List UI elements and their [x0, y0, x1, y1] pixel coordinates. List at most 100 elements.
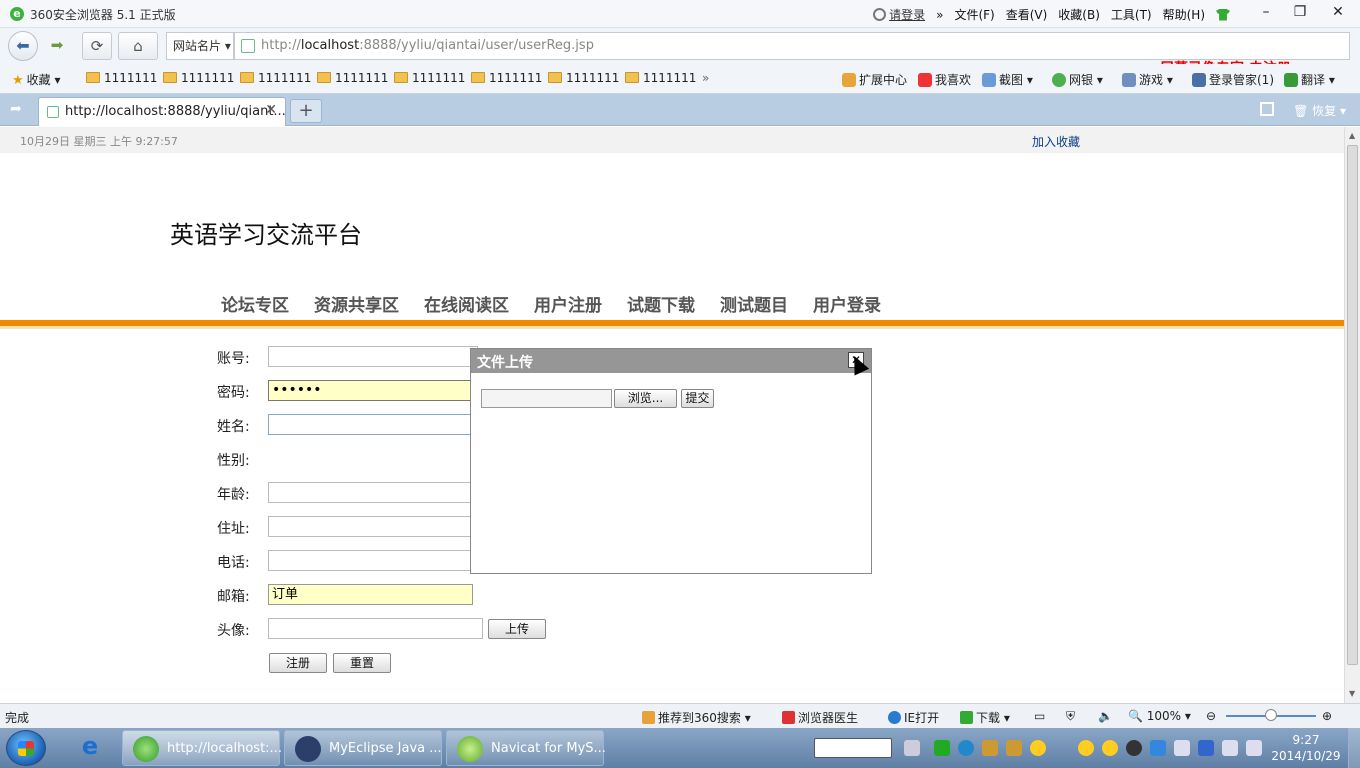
window-icon[interactable]: ▭: [1034, 709, 1045, 723]
favorites-menu[interactable]: ★ 收藏 ▾: [12, 71, 61, 88]
scroll-up-icon[interactable]: ▲: [1349, 131, 1355, 140]
login-link[interactable]: 请登录: [873, 6, 925, 23]
penguin-icon[interactable]: [1126, 740, 1142, 756]
window-list-icon[interactable]: [1260, 102, 1274, 116]
qq-icon[interactable]: [1102, 740, 1118, 756]
email-input[interactable]: 订单: [268, 584, 473, 605]
tab-close-icon[interactable]: ✕: [265, 102, 277, 118]
phone-input[interactable]: [268, 550, 478, 571]
shield-icon[interactable]: ⛨: [1066, 709, 1075, 724]
register-button[interactable]: 注册: [269, 653, 327, 673]
games-button[interactable]: 游戏 ▾: [1122, 71, 1173, 88]
nav-forum[interactable]: 论坛专区: [221, 291, 289, 316]
account-input[interactable]: [268, 346, 478, 367]
nav-downloads[interactable]: 试题下载: [627, 291, 695, 316]
zoom-control[interactable]: 🔍 100% ▾: [1128, 709, 1191, 723]
scroll-down-icon[interactable]: ▼: [1349, 689, 1355, 698]
nav-reading[interactable]: 在线阅读区: [424, 291, 509, 316]
qq-icon[interactable]: [1078, 740, 1094, 756]
search-tray-icon[interactable]: [958, 740, 974, 756]
vertical-scrollbar[interactable]: ▲ ▼: [1344, 127, 1360, 703]
name-input[interactable]: [268, 414, 478, 435]
system-clock[interactable]: 9:27 2014/10/29: [1270, 732, 1342, 764]
back-button[interactable]: ⬅: [8, 31, 38, 61]
submit-button[interactable]: 提交: [681, 389, 714, 408]
bookmark-folder[interactable]: 1111111: [471, 71, 542, 85]
file-path-input[interactable]: [481, 389, 612, 408]
menu-tools[interactable]: 工具(T): [1111, 6, 1152, 23]
security-shield-icon[interactable]: [1150, 740, 1166, 756]
forward-button[interactable]: ➡: [40, 32, 74, 60]
menu-favorites[interactable]: 收藏(B): [1058, 6, 1100, 23]
bookmark-folder[interactable]: 1111111: [163, 71, 234, 85]
tiger-icon[interactable]: [982, 740, 998, 756]
open-in-ie-button[interactable]: IE打开: [888, 709, 939, 726]
tiger-icon[interactable]: [1006, 740, 1022, 756]
password-input[interactable]: ••••••: [268, 380, 478, 401]
screenshot-button[interactable]: 截图 ▾: [982, 71, 1033, 88]
show-desktop-button[interactable]: [1348, 728, 1360, 768]
add-favorite-link[interactable]: 加入收藏: [1032, 133, 1080, 150]
login-manager-button[interactable]: 登录管家(1): [1192, 71, 1274, 88]
close-window-button[interactable]: ✕: [1320, 0, 1356, 24]
extensions-button[interactable]: 扩展中心: [842, 71, 907, 88]
sidebar-toggle-icon[interactable]: ➦: [10, 101, 22, 117]
browse-button[interactable]: 浏览...: [614, 389, 677, 408]
translate-icon: [1284, 73, 1298, 87]
download-button[interactable]: 下载 ▾: [960, 709, 1010, 726]
bookmark-folder[interactable]: 1111111: [317, 71, 388, 85]
online-banking-button[interactable]: 网银 ▾: [1052, 71, 1103, 88]
upload-button[interactable]: 上传: [488, 619, 546, 639]
nav-login[interactable]: 用户登录: [813, 291, 881, 316]
zoom-in-icon[interactable]: ⊕: [1322, 709, 1332, 723]
taskbar-search-input[interactable]: [814, 738, 892, 758]
internet-explorer-icon[interactable]: e: [70, 732, 110, 764]
speaker-icon[interactable]: 🔈: [1098, 709, 1113, 723]
flag-tray-icon[interactable]: [1246, 740, 1262, 756]
keyboard-icon[interactable]: [904, 740, 920, 756]
start-button[interactable]: [6, 730, 46, 766]
menu-view[interactable]: 查看(V): [1006, 6, 1048, 23]
bookmark-folder[interactable]: 1111111: [240, 71, 311, 85]
avatar-path-input[interactable]: [268, 618, 483, 639]
skin-shirt-icon[interactable]: [1216, 8, 1230, 21]
home-button[interactable]: ⌂: [118, 32, 158, 60]
recommend-search-button[interactable]: 推荐到360搜索 ▾: [642, 709, 751, 726]
bookmark-folder[interactable]: 1111111: [625, 71, 696, 85]
zoom-slider-thumb[interactable]: [1265, 709, 1277, 721]
address-bar[interactable]: http://localhost:8888/yyliu/qiantai/user…: [234, 32, 1350, 60]
qq-icon[interactable]: [1030, 740, 1046, 756]
menu-help[interactable]: 帮助(H): [1163, 6, 1205, 23]
network-icon[interactable]: [1198, 740, 1214, 756]
folder-icon: [394, 72, 408, 83]
nav-register[interactable]: 用户注册: [534, 291, 602, 316]
age-input[interactable]: [268, 482, 478, 503]
menu-file[interactable]: 文件(F): [954, 6, 994, 23]
browser-doctor-button[interactable]: 浏览器医生: [782, 709, 858, 726]
volume-icon[interactable]: [1174, 740, 1190, 756]
task-browser[interactable]: http://localhost:...: [122, 730, 282, 766]
bookmark-folder[interactable]: 1111111: [548, 71, 619, 85]
translate-button[interactable]: 翻译 ▾: [1284, 71, 1335, 88]
reset-button[interactable]: 重置: [333, 653, 391, 673]
more-bookmarks-chevron-icon[interactable]: »: [702, 71, 709, 85]
monitor-icon[interactable]: [1222, 740, 1238, 756]
tab-current[interactable]: http://localhost:8888/yyliu/qiant... ✕: [38, 97, 286, 126]
site-name-dropdown[interactable]: 网站名片 ▾: [166, 32, 234, 60]
restore-closed-tab-button[interactable]: 🗑 恢复 ▾: [1293, 102, 1346, 119]
new-tab-button[interactable]: +: [290, 99, 322, 123]
task-myeclipse[interactable]: MyEclipse Java ...: [284, 730, 442, 766]
recorder-icon[interactable]: [934, 740, 950, 756]
like-button[interactable]: 我喜欢: [918, 71, 971, 88]
restore-window-button[interactable]: ❐: [1282, 0, 1318, 24]
minimize-button[interactable]: –: [1248, 0, 1284, 24]
scrollbar-thumb[interactable]: [1347, 145, 1358, 665]
nav-resources[interactable]: 资源共享区: [314, 291, 399, 316]
bookmark-folder[interactable]: 1111111: [86, 71, 157, 85]
zoom-out-icon[interactable]: ⊖: [1206, 709, 1216, 723]
task-navicat[interactable]: Navicat for MyS...: [446, 730, 606, 766]
address-input[interactable]: [268, 516, 478, 537]
nav-tests[interactable]: 测试题目: [720, 291, 788, 316]
bookmark-folder[interactable]: 1111111: [394, 71, 465, 85]
refresh-button[interactable]: ⟳: [82, 32, 112, 60]
